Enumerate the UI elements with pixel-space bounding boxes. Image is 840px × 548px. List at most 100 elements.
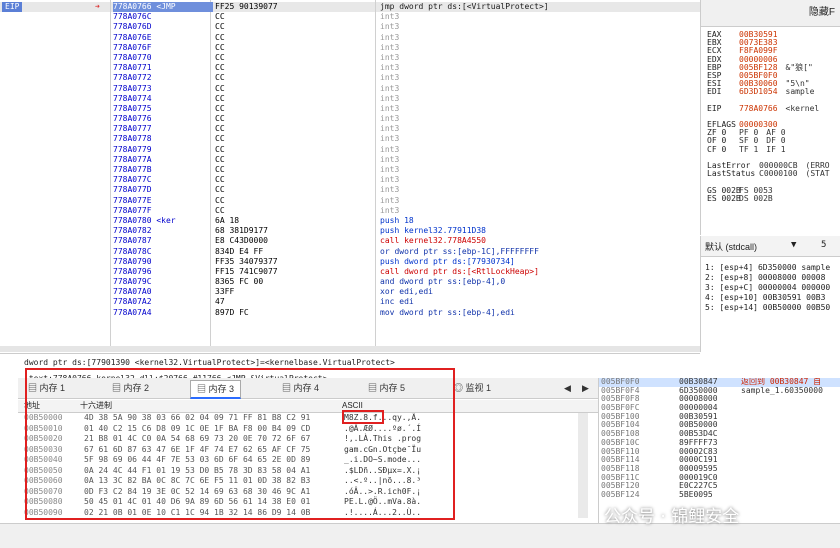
disasm-address: 778A07A0 xyxy=(113,287,152,297)
disasm-bytes: CC xyxy=(215,52,225,62)
bytes-column: FF25 90139077 CC CC CC CC CC CC CC CC CC CC CC CC CC C… xyxy=(215,2,375,352)
disasm-address: 778A0796 xyxy=(113,266,152,276)
disasm-bytes: FF35 34079377 xyxy=(215,256,278,266)
disasm-bytes: CC xyxy=(215,83,225,93)
disasm-instruction: int3 xyxy=(380,73,400,83)
stack-row[interactable]: 005BF124 5BE0095 xyxy=(599,489,840,500)
disasm-instruction: push dword ptr ds:[77930734] xyxy=(380,256,515,266)
column-divider xyxy=(375,0,376,352)
disasm-instruction: int3 xyxy=(380,114,400,124)
disasm-bytes: FF25 90139077 xyxy=(215,2,278,11)
register-name: LastStatus xyxy=(707,169,756,179)
disasm-bytes: CC xyxy=(215,73,225,83)
disasm-address: 778A0787 xyxy=(113,236,152,246)
register-row[interactable]: EDI 6D3D1054 sample xyxy=(701,88,840,96)
disasm-address: 778A076D xyxy=(113,22,152,32)
disasm-bytes: CC xyxy=(215,175,225,185)
chevron-down-icon[interactable]: ▼ xyxy=(791,240,796,250)
tab-watch-1[interactable]: ◎ 监视 1 xyxy=(448,380,497,396)
disasm-bytes: CC xyxy=(215,12,225,22)
disasm-instruction: jmp dword ptr ds:[<VirtualProtect>] xyxy=(380,2,549,11)
register-comment: IF 1 xyxy=(766,144,786,154)
highlight-box-small xyxy=(342,410,384,424)
watermark: 公众号 · 锦鲤安全 xyxy=(604,507,740,527)
register-row[interactable]: EIP 778A0766 <kernel xyxy=(701,103,840,113)
arg-count-value[interactable]: 5 xyxy=(821,240,826,250)
disasm-instruction: call kernel32.778A4550 xyxy=(380,236,486,246)
calling-convention-select[interactable]: 默认 (stdcall) xyxy=(705,240,757,253)
disasm-bytes: 8365 FC 00 xyxy=(215,277,264,287)
register-value[interactable]: C0000100 xyxy=(759,169,798,178)
disasm-instruction: int3 xyxy=(380,63,400,73)
disasm-bytes: CC xyxy=(215,205,225,215)
disasm-address: 778A077B xyxy=(113,165,152,174)
scroll-right-icon[interactable]: ▶ xyxy=(576,380,595,396)
disasm-instruction: mov dword ptr ss:[ebp-4],edi xyxy=(380,307,515,317)
disasm-address: 778A0777 xyxy=(113,124,152,134)
register-row[interactable]: ES 002BDS 002B xyxy=(701,194,840,203)
stack-comment: sample_1.60350000 xyxy=(741,385,823,395)
disasm-bytes: CC xyxy=(215,103,225,113)
disasm-bytes: E8 C43D0000 xyxy=(215,236,268,246)
disasm-address: 778A0773 xyxy=(113,83,152,93)
disasm-instruction: int3 xyxy=(380,12,400,22)
disasm-bytes: 68 381D9177 xyxy=(215,226,268,236)
disasm-instruction: int3 xyxy=(380,103,400,113)
register-name: CF 0 xyxy=(707,144,727,154)
disasm-instruction: call dword ptr ds:[<RtlLockHeap>] xyxy=(380,266,539,276)
disasm-instruction: int3 xyxy=(380,42,400,52)
disasm-bytes: 33FF xyxy=(215,287,235,297)
disassembly-view[interactable]: EIP ➜ 778A0766 <JMP 778A076C 778A076D 778A0… xyxy=(0,0,700,352)
disasm-address: 778A077D xyxy=(113,185,152,195)
disasm-instruction: int3 xyxy=(380,165,400,174)
disasm-address: 778A0774 xyxy=(113,93,152,103)
register-row[interactable]: LastStatus C0000100 (STAT xyxy=(701,169,840,179)
disasm-instruction: int3 xyxy=(380,185,400,195)
disasm-bytes: CC xyxy=(215,195,225,205)
disasm-instruction: push 18 xyxy=(380,215,414,225)
disasm-instruction: xor edi,edi xyxy=(380,287,433,297)
register-comment: (STAT xyxy=(805,169,830,179)
stack-address: 005BF124 xyxy=(601,489,640,499)
disasm-bytes: 47 xyxy=(215,297,225,307)
call-convention-panel[interactable]: 默认 (stdcall) ▼ 5 1: [esp+4] 6D350000 sam… xyxy=(700,236,840,352)
disasm-address: 778A0775 xyxy=(113,103,152,113)
horizontal-scrollbar[interactable] xyxy=(0,346,700,352)
hide-fpu-button[interactable]: 隐藏F xyxy=(701,0,840,27)
registers-panel[interactable]: 隐藏F EAX 00B30591 EBX 0073E383 ECX F8FA099F EDX… xyxy=(700,0,840,235)
disasm-instruction: int3 xyxy=(380,175,400,185)
disasm-address: 778A07A4 xyxy=(113,307,152,317)
call-argument: 1: [esp+4] 6D350000 sample xyxy=(705,263,831,272)
register-name: EDI xyxy=(707,87,722,97)
scroll-left-icon[interactable]: ◀ xyxy=(558,380,577,396)
call-argument: 3: [esp+C] 00000004 000000 xyxy=(705,283,831,292)
disasm-address: 778A077E xyxy=(113,195,152,205)
disasm-instruction: int3 xyxy=(380,93,400,103)
dump-scrollbar[interactable] xyxy=(578,413,588,518)
disasm-address: 778A0771 xyxy=(113,63,152,73)
disasm-instruction: int3 xyxy=(380,195,400,205)
disasm-address: 778A077C xyxy=(113,175,152,185)
disasm-address: 778A076C xyxy=(113,12,152,22)
disasm-instruction: int3 xyxy=(380,134,400,144)
register-value[interactable]: 6D3D1054 xyxy=(739,87,778,96)
eip-marker: EIP xyxy=(2,2,23,12)
disasm-address: 778A077A xyxy=(113,154,152,164)
disasm-address: 778A0782 xyxy=(113,226,152,236)
disasm-instruction: int3 xyxy=(380,52,400,62)
tab-label: 监视 1 xyxy=(465,383,492,393)
disasm-instruction: int3 xyxy=(380,205,400,215)
register-row[interactable]: CF 0 TF 1 IF 1 xyxy=(701,144,840,154)
register-value[interactable]: DS 002B xyxy=(739,194,773,203)
address-column: 778A0766 <JMP 778A076C 778A076D 778A076E 778… xyxy=(113,2,213,352)
register-name: EIP xyxy=(707,103,722,113)
disasm-bytes: CC xyxy=(215,114,225,124)
disasm-instruction: int3 xyxy=(380,144,400,154)
disasm-bytes: 834D E4 FF xyxy=(215,246,264,256)
disasm-address: 778A0790 xyxy=(113,256,152,266)
disasm-instruction: int3 xyxy=(380,32,400,42)
disasm-bytes: CC xyxy=(215,165,225,174)
disasm-bytes: CC xyxy=(215,42,225,52)
disasm-bytes: 897D FC xyxy=(215,307,249,317)
disasm-address: 778A07A2 xyxy=(113,297,152,307)
